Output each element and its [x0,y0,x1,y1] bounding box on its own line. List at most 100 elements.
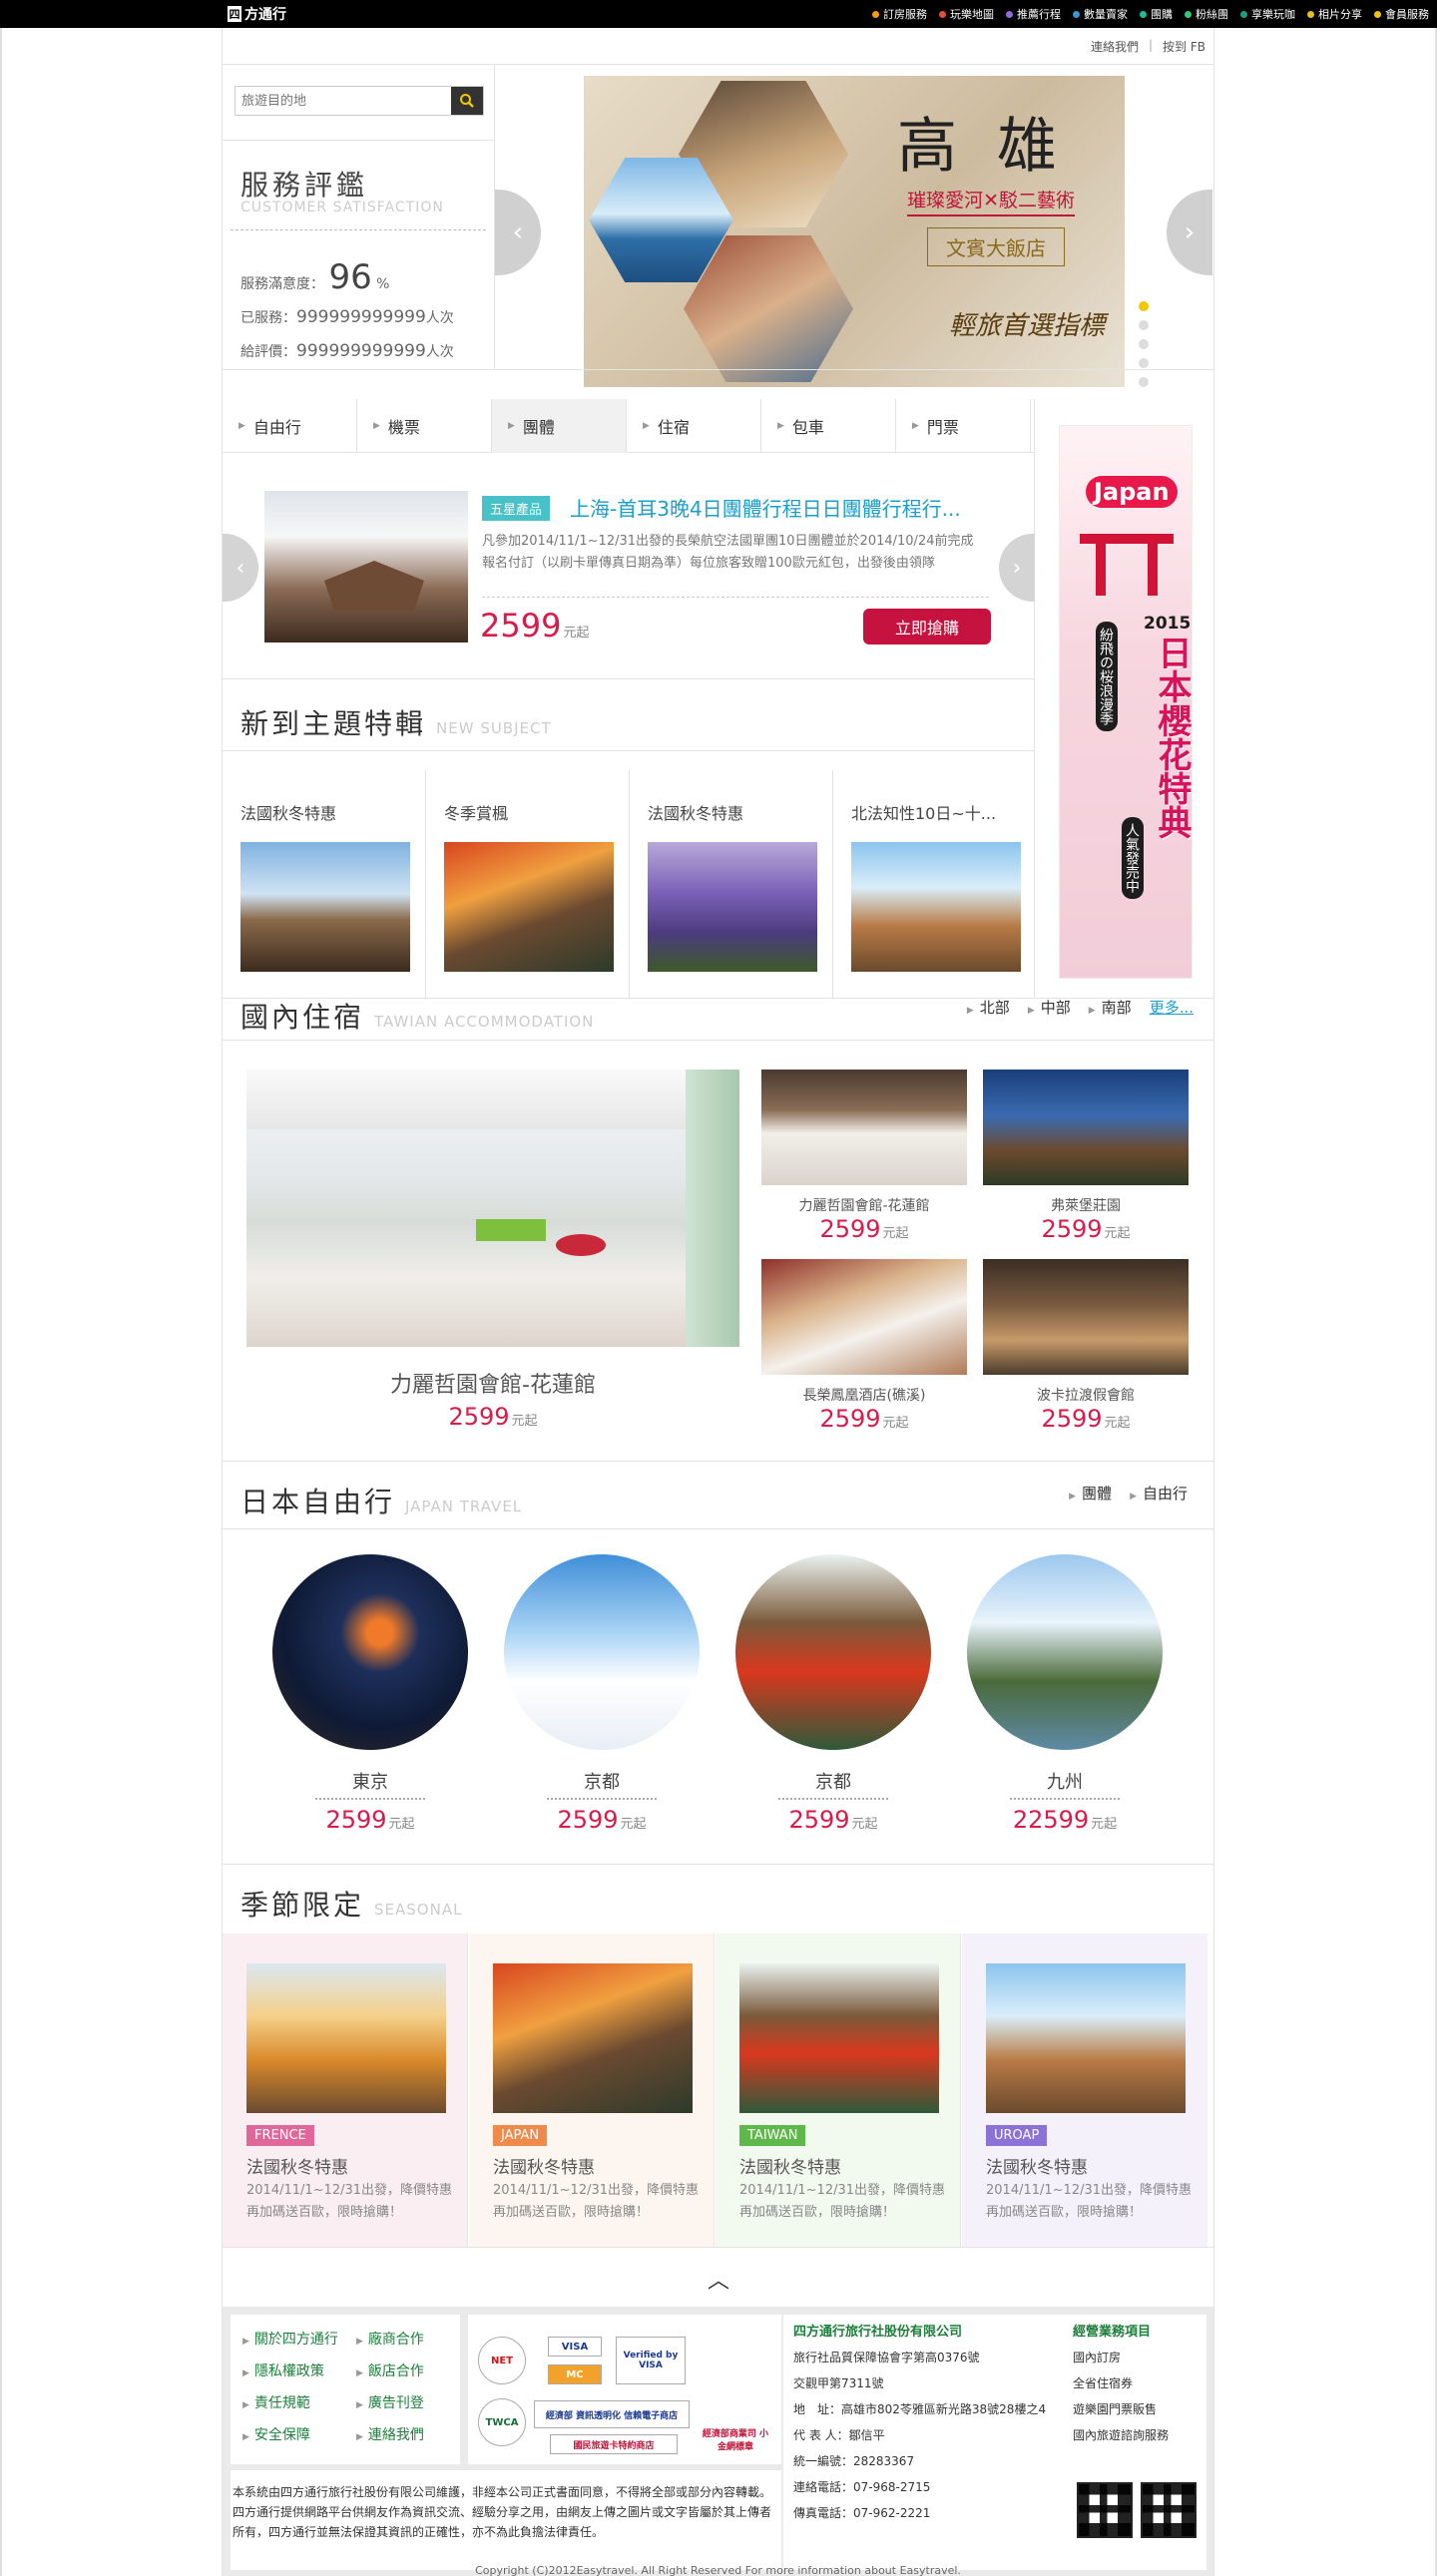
price-unit: 元起 [563,626,590,641]
contact-link[interactable]: 連絡我們 [1091,38,1139,55]
price-unit: 元起 [620,1817,647,1832]
top-nav-item[interactable]: 相片分享 [1307,6,1362,22]
footer-link[interactable]: ▶ 安全保障 [242,2424,348,2444]
footer-link[interactable]: ▶ 廠商合作 [356,2329,462,2349]
destination-name[interactable]: 東京 [272,1768,468,1794]
hero-prev-button[interactable]: ‹ [495,190,541,275]
seasonal-card[interactable]: TAIWAN 法國秋冬特惠 2014/11/1~12/31出發，降價特惠再加碼送百歐… [716,1933,961,2247]
qr-code-icon[interactable] [1141,2482,1197,2538]
region-link[interactable]: ▶ 北部 [967,997,1010,1018]
accommodation-photo[interactable] [983,1070,1189,1185]
new-subject-card[interactable]: 冬季賞楓 [426,770,630,1000]
destination-name[interactable]: 京都 [735,1768,931,1794]
banner-japan-label: Japan [1086,476,1178,508]
footer-link[interactable]: ▶ 關於四方通行 [242,2329,348,2349]
destination-photo[interactable] [504,1554,700,1750]
carousel-dot[interactable] [1139,377,1149,387]
seasonal-photo[interactable] [739,1963,939,2113]
top-nav-item[interactable]: 訂房服務 [872,6,927,22]
top-nav-item[interactable]: 玩樂地圖 [939,6,994,22]
promo-text: 凡參加2014/11/1~12/31出發的長榮航空法國單團10日團體並於2014… [482,534,974,571]
tab-5[interactable]: ▶ 門票 [896,399,1031,453]
top-nav-item[interactable]: 享樂玩咖 [1240,6,1295,22]
top-nav-item[interactable]: 會員服務 [1374,6,1429,22]
nav-bullet-icon [1185,10,1192,18]
promo-prev-button[interactable]: ‹ [223,534,258,602]
seasonal-card[interactable]: JAPAN 法國秋冬特惠 2014/11/1~12/31出發，降價特惠再加碼送百歐，… [469,1933,715,2247]
served-value: 999999999999 [296,307,426,327]
arrow-right-icon: ▶ [1088,1006,1096,1016]
qr-code-icon[interactable] [1077,2482,1133,2538]
seasonal-photo[interactable] [246,1963,446,2113]
destination-photo[interactable] [272,1554,468,1750]
card-photo[interactable] [648,842,817,972]
search-button[interactable] [451,87,483,115]
footer-link[interactable]: ▶ 隱私權政策 [242,2361,348,2380]
new-subject-card[interactable]: 法國秋冬特惠 [630,770,833,1000]
top-nav-item[interactable]: 團購 [1140,6,1173,22]
accommodation-name[interactable]: 長榮鳳凰酒店(礁溪) [761,1385,967,1405]
seasonal-title[interactable]: 法國秋冬特惠 [493,2153,595,2178]
carousel-dot[interactable] [1139,358,1149,368]
top-nav-item[interactable]: 粉絲團 [1185,6,1228,22]
carousel-dot[interactable] [1139,339,1149,349]
top-nav-item[interactable]: 推薦行程 [1006,6,1061,22]
hero-banner[interactable]: 高雄 璀璨愛河✕駁二藝術 文賓大飯店 輕旅首選指標 [584,76,1125,387]
search-icon [460,94,474,108]
seasonal-photo[interactable] [986,1963,1186,2113]
seasonal-desc: 2014/11/1~12/31出發，降價特惠再加碼送百歐，限時搶購！ [986,2183,1193,2220]
destination-name[interactable]: 京都 [504,1768,700,1794]
japan-type-link[interactable]: ▶ 自由行 [1130,1483,1188,1503]
card-photo[interactable] [240,842,410,972]
fb-link[interactable]: 按到 FB [1163,38,1205,55]
promo-title[interactable]: 上海-首耳3晚4日團體行程日日團體行程行... [570,493,961,522]
footer-link[interactable]: ▶ 廣告刊登 [356,2392,462,2412]
tab-4[interactable]: ▶ 包車 [761,399,896,453]
seasonal-title[interactable]: 法國秋冬特惠 [739,2153,841,2178]
accommodation-main-name[interactable]: 力麗哲園會館-花蓮館 [246,1367,739,1399]
buy-now-button[interactable]: 立即搶購 [863,609,991,644]
new-subject-card[interactable]: 北法知性10日~十... [833,770,1042,1000]
footer-link[interactable]: ▶ 連絡我們 [356,2424,462,2444]
top-nav-item[interactable]: 數量賣家 [1073,6,1128,22]
more-link[interactable]: 更多... [1150,997,1194,1018]
accommodation-name[interactable]: 弗萊堡莊園 [983,1195,1189,1215]
destination-photo[interactable] [735,1554,931,1750]
tab-2[interactable]: ▶ 團體 [492,399,627,453]
tab-1[interactable]: ▶ 機票 [357,399,492,453]
footer-link[interactable]: ▶ 責任規範 [242,2392,348,2412]
tab-3[interactable]: ▶ 住宿 [627,399,761,453]
promo-snow-temple-photo[interactable] [264,491,468,643]
seasonal-title[interactable]: 法國秋冬特惠 [246,2153,348,2178]
card-photo[interactable] [444,842,614,972]
hero-next-button[interactable]: › [1167,190,1212,275]
destination-photo[interactable] [967,1554,1163,1750]
promo-next-button[interactable]: › [999,534,1035,602]
arrow-right-icon: ▶ [242,2400,249,2410]
accommodation-name[interactable]: 力麗哲園會館-花蓮館 [761,1195,967,1215]
seasonal-card[interactable]: FRENCE 法國秋冬特惠 2014/11/1~12/31出發，降價特惠再加碼送百歐… [223,1933,468,2247]
seasonal-photo[interactable] [493,1963,693,2113]
accommodation-name[interactable]: 波卡拉渡假會館 [983,1385,1189,1405]
carousel-dot[interactable] [1139,301,1149,311]
destination-name[interactable]: 九州 [967,1768,1163,1794]
accommodation-photo[interactable] [983,1259,1189,1375]
new-subject-card[interactable]: 法國秋冬特惠 [223,770,426,1000]
seasonal-card[interactable]: UROAP 法國秋冬特惠 2014/11/1~12/31出發，降價特惠再加碼送百歐，… [962,1933,1207,2247]
region-link[interactable]: ▶ 南部 [1089,997,1132,1018]
accommodation-main-photo[interactable] [246,1070,739,1347]
back-to-top-button[interactable]: ︿ [708,2263,729,2295]
region-link[interactable]: ▶ 中部 [1028,997,1071,1018]
search-input[interactable] [236,87,451,115]
card-photo[interactable] [851,842,1021,972]
japan-sakura-banner[interactable]: Japan 紛飛の桜浪漫季 人氣發売中 2015 日本櫻花特典 [1059,425,1193,979]
region-tag: JAPAN [493,2125,548,2146]
site-logo[interactable]: 四 方通行 [228,5,286,23]
japan-type-link[interactable]: ▶ 團體 [1069,1483,1112,1503]
seasonal-title[interactable]: 法國秋冬特惠 [986,2153,1088,2178]
footer-link[interactable]: ▶ 飯店合作 [356,2361,462,2380]
carousel-dot[interactable] [1139,320,1149,330]
accommodation-photo[interactable] [761,1070,967,1185]
accommodation-photo[interactable] [761,1259,967,1375]
tab-0[interactable]: ▶ 自由行 [223,399,357,453]
